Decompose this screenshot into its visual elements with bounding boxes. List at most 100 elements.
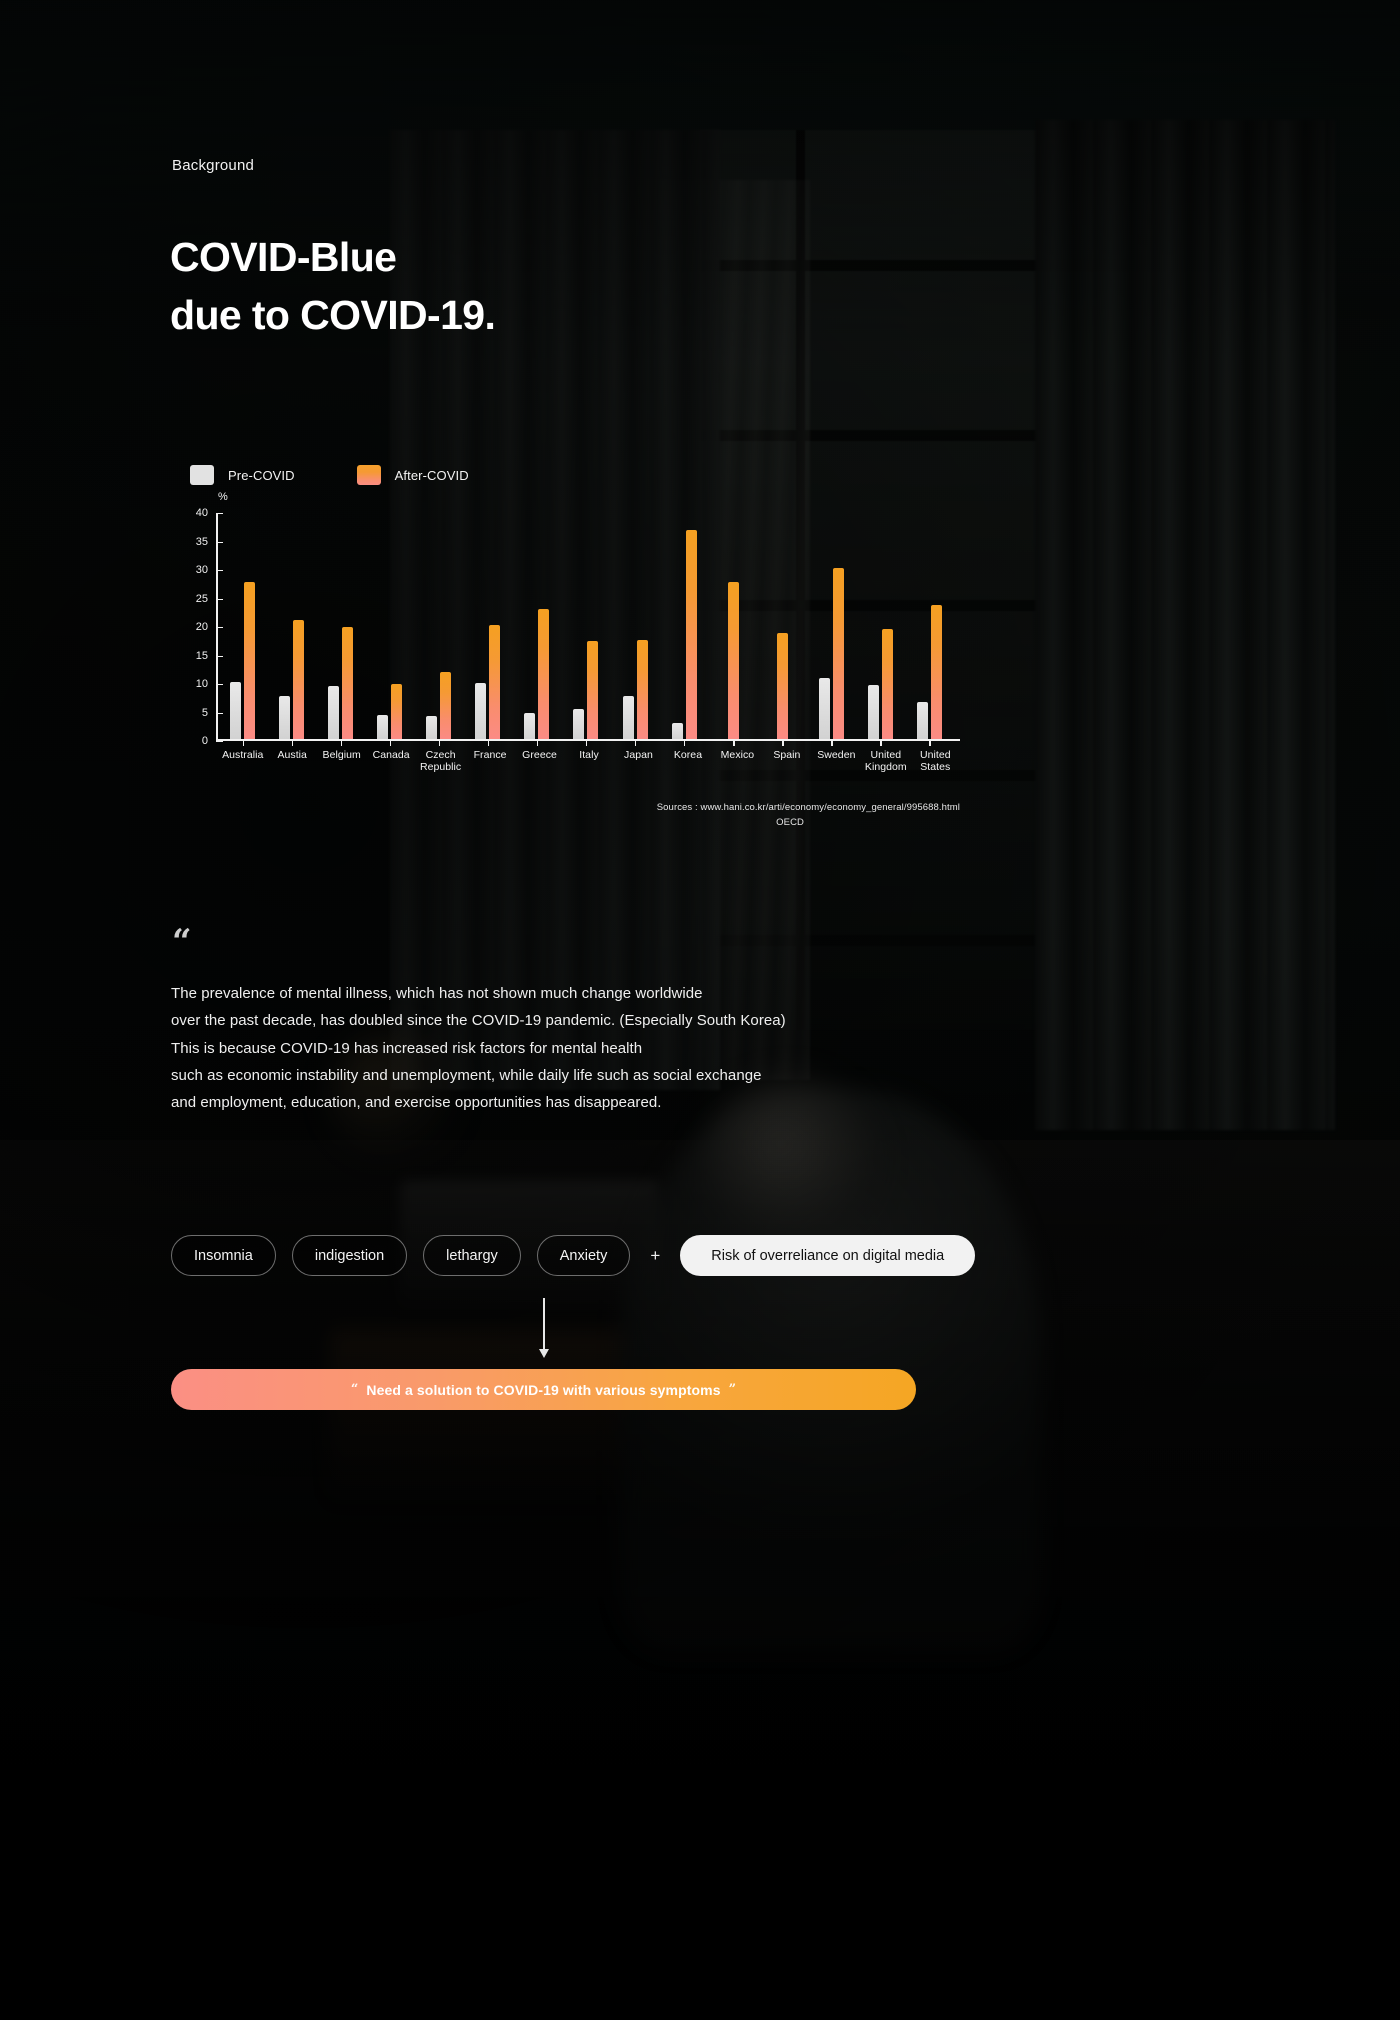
symptom-pill-indigestion[interactable]: indigestion — [291, 1235, 408, 1276]
cta-quote-open-icon: “ — [350, 1382, 359, 1397]
bar-group — [807, 513, 856, 747]
plus-icon: + — [650, 1245, 661, 1265]
x-axis-label: United States — [919, 749, 951, 773]
y-axis-tick-label: 5 — [201, 706, 208, 719]
bar-pre-covid — [524, 712, 536, 740]
chart-bars — [218, 513, 954, 747]
y-axis-tick — [216, 741, 223, 743]
chart-plot-area: % 0 5 10 15 20 25 30 35 40 — [196, 491, 960, 747]
bar-group — [561, 513, 610, 747]
symptom-pill-list: Insomnia indigestion lethargy Anxiety + Risk … — [171, 1235, 976, 1276]
y-axis-tick-label: 15 — [195, 649, 208, 662]
x-axis-label: Japan — [624, 749, 653, 761]
page-title: COVID-Blue due to COVID-19. — [170, 228, 870, 344]
x-axis-label: Australia — [222, 749, 264, 761]
bar-pre-covid — [867, 684, 879, 740]
bar-after-covid — [293, 619, 305, 740]
legend-swatch-icon-pre — [190, 465, 214, 485]
x-axis-label: Austia — [277, 749, 307, 761]
quote-line: This is because COVID-19 has increased r… — [171, 1039, 643, 1057]
bar-pre-covid — [671, 723, 683, 740]
y-axis-tick-label: 10 — [195, 678, 208, 690]
y-axis-tick-label: 35 — [195, 535, 208, 548]
y-axis-tick-label: 25 — [195, 592, 208, 605]
bar-pre-covid — [475, 682, 487, 740]
legend-item-after-covid: After-COVID — [356, 465, 469, 485]
covid-mental-illness-bar-chart: Pre-COVID After-COVID % 0 5 10 15 20 25 30 35 40… — [170, 455, 960, 1055]
bar-group — [611, 513, 660, 747]
bar-pre-covid — [622, 695, 634, 740]
cta-banner[interactable]: “ Need a solution to COVID-19 with vario… — [171, 1369, 916, 1410]
bar-pre-covid — [426, 716, 438, 740]
headline-line-1: COVID-Blue — [170, 234, 397, 280]
bar-after-covid — [440, 672, 452, 740]
section-eyebrow: Background — [172, 157, 255, 174]
bar-after-covid — [881, 629, 893, 740]
bar-group — [905, 513, 954, 747]
bar-pre-covid — [377, 715, 389, 740]
x-axis-label: France — [473, 749, 507, 761]
x-axis-label: Czech Republic — [419, 749, 462, 773]
bar-after-covid — [538, 608, 550, 740]
quote-line: The prevalence of mental illness, which … — [171, 985, 703, 1002]
y-axis-tick-label: 40 — [195, 507, 208, 519]
bar-after-covid — [489, 624, 501, 740]
bar-group — [218, 513, 267, 747]
bar-after-covid — [776, 633, 788, 740]
bar-group — [267, 513, 316, 747]
symptom-pill-lethargy[interactable]: lethargy — [423, 1235, 521, 1276]
symptom-pill-insomnia[interactable]: Insomnia — [171, 1235, 276, 1276]
down-arrow-icon — [539, 1298, 549, 1358]
bar-after-covid — [342, 626, 354, 740]
symptom-pill-anxiety[interactable]: Anxiety — [536, 1235, 631, 1276]
bar-after-covid — [636, 640, 648, 740]
bar-group — [365, 513, 414, 747]
bar-pre-covid — [279, 696, 291, 740]
x-axis-label: Canada — [372, 749, 410, 761]
quote-line: and employment, education, and exercise … — [171, 1094, 662, 1112]
x-axis-label: Spain — [773, 749, 801, 761]
bar-after-covid — [391, 683, 403, 740]
bar-after-covid — [244, 582, 256, 740]
legend-label-pre: Pre-COVID — [228, 467, 295, 483]
bar-after-covid — [685, 529, 697, 740]
x-axis-label: Greece — [522, 749, 557, 761]
bar-group — [709, 513, 758, 747]
cta-quote-close-icon: ” — [728, 1382, 737, 1397]
legend-swatch-icon-post — [356, 465, 381, 485]
x-axis-labels: Australia Austia Belgium Canada Czech Republi… — [218, 749, 960, 773]
y-axis-tick-label: 0 — [201, 735, 208, 747]
y-axis-tick-label: 20 — [195, 621, 208, 633]
x-axis-label: Mexico — [720, 749, 755, 761]
bar-pre-covid — [818, 678, 830, 740]
quote-paragraph: The prevalence of mental illness, which … — [171, 980, 1031, 1116]
legend-label-post: After-COVID — [394, 467, 469, 483]
bar-group — [856, 513, 905, 747]
quote-open-icon: “ — [172, 922, 192, 962]
cta-label: Need a solution to COVID-19 with various… — [366, 1381, 721, 1398]
x-axis-label: United Kingdom — [864, 749, 907, 773]
quote-line: such as economic instability and unemplo… — [171, 1066, 762, 1084]
bar-after-covid — [930, 605, 942, 740]
bar-group — [512, 513, 561, 747]
headline-line-2: due to COVID-19. — [170, 292, 496, 338]
bar-group — [660, 513, 709, 747]
bar-after-covid — [727, 582, 739, 740]
bar-pre-covid — [573, 708, 585, 740]
sources-org-line: OECD — [776, 817, 804, 828]
legend-item-pre-covid: Pre-COVID — [190, 465, 295, 485]
bar-group — [414, 513, 463, 747]
y-axis-unit-label: % — [218, 491, 228, 503]
x-axis-label: Sweden — [817, 749, 856, 761]
x-axis-label: Korea — [673, 749, 703, 761]
sources-url-line: Sources : www.hani.co.kr/arti/economy/ec… — [656, 802, 960, 813]
bar-group — [316, 513, 365, 747]
bar-pre-covid — [230, 681, 242, 740]
bar-after-covid — [587, 640, 599, 740]
quote-line: over the past decade, has doubled since … — [171, 1012, 786, 1030]
y-axis-tick-label: 30 — [195, 564, 208, 576]
x-axis-label: Belgium — [322, 749, 361, 761]
symptom-pill-digital-media-risk[interactable]: Risk of overreliance on digital media — [680, 1235, 976, 1276]
bar-pre-covid — [328, 685, 340, 740]
bar-after-covid — [832, 568, 844, 740]
